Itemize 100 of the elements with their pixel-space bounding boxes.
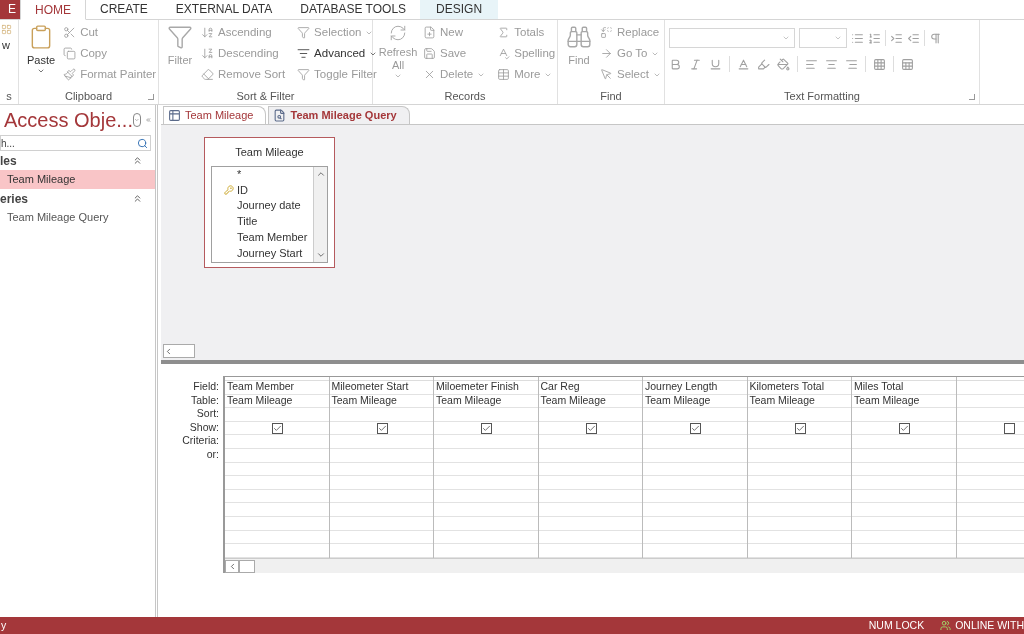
ribbon-group-label: Clipboard xyxy=(64,89,113,105)
grid-cell[interactable]: Mileometer Start xyxy=(331,379,409,396)
field-name[interactable]: ID xyxy=(237,183,248,197)
grid-cell[interactable]: Kilometers Total xyxy=(749,379,824,396)
online-status: ONLINE WITH xyxy=(940,617,1024,634)
group-header[interactable]: les xyxy=(0,151,155,170)
highlighter-icon[interactable] xyxy=(757,57,770,71)
ribbon-group-label: Text Formatting xyxy=(784,89,860,105)
align-right-icon[interactable] xyxy=(845,57,858,71)
funnel-icon xyxy=(167,24,193,50)
funnel-icon xyxy=(297,26,311,39)
check-icon xyxy=(795,423,805,433)
check-icon xyxy=(377,423,387,433)
numbered-list-icon[interactable] xyxy=(868,31,881,45)
check-icon xyxy=(482,423,492,433)
ribbon-tab[interactable]: CREATE xyxy=(86,0,162,19)
show-checkbox[interactable] xyxy=(585,422,597,434)
grid-cell[interactable]: Team Member xyxy=(227,379,295,396)
ribbon-tab[interactable]: DESIGN xyxy=(420,0,499,19)
grid-cell[interactable]: Team Mileage xyxy=(227,393,293,409)
field-name[interactable]: Team Member xyxy=(237,231,308,245)
field-list-title: Team Mileage xyxy=(235,145,304,160)
row-label: Sort: xyxy=(196,407,219,421)
row-label: Field: xyxy=(193,380,219,394)
paragraph-icon[interactable] xyxy=(929,31,942,45)
spell-check-icon xyxy=(497,47,511,60)
horizontal-scrollbar[interactable] xyxy=(163,344,195,358)
ribbon-large-button[interactable]: Paste xyxy=(23,20,60,80)
funnel-icon xyxy=(297,68,311,81)
ribbon-tab[interactable]: EXTERNAL DATA xyxy=(161,0,287,19)
italic-icon[interactable] xyxy=(689,57,702,71)
align-center-icon[interactable] xyxy=(825,57,838,71)
grid-cell[interactable]: Team Mileage xyxy=(645,393,711,409)
ribbon-tab[interactable]: HOME xyxy=(20,0,86,20)
horizontal-scrollbar[interactable] xyxy=(225,558,1024,573)
grid-cell[interactable]: Car Reg xyxy=(540,379,580,396)
show-checkbox[interactable] xyxy=(481,422,493,434)
grid-cell[interactable]: Miles Total xyxy=(854,379,904,396)
grid-cell[interactable]: Miloemeter Finish xyxy=(436,379,519,396)
dialog-launcher-icon[interactable] xyxy=(969,94,975,100)
grid-cell[interactable]: Journey Length xyxy=(645,379,718,396)
fill-bucket-icon[interactable] xyxy=(777,57,790,71)
show-checkbox[interactable] xyxy=(794,422,806,434)
font-name-dropdown[interactable] xyxy=(669,28,795,48)
grid-cell[interactable]: Team Mileage xyxy=(331,393,397,409)
ribbon-large-button[interactable]: w xyxy=(0,20,12,80)
arrow-right-icon xyxy=(600,47,613,60)
show-checkbox[interactable] xyxy=(899,422,911,434)
eraser-icon xyxy=(201,68,214,81)
vertical-scrollbar[interactable] xyxy=(313,166,327,262)
grid-cell[interactable]: Team Mileage xyxy=(540,393,606,409)
scissors-icon xyxy=(63,26,77,39)
ribbon-group-label: Records xyxy=(444,89,486,105)
caret-icon xyxy=(782,34,790,42)
scroll-left-icon xyxy=(164,346,173,356)
new-record-icon xyxy=(423,26,436,39)
status-text: y xyxy=(0,617,8,633)
show-checkbox[interactable] xyxy=(690,422,702,434)
align-left-icon[interactable] xyxy=(805,57,818,71)
gridlines-icon[interactable] xyxy=(873,57,886,71)
bold-icon[interactable] xyxy=(669,57,682,71)
show-checkbox[interactable] xyxy=(272,422,284,434)
sort-descending-icon xyxy=(201,47,214,60)
show-checkbox[interactable] xyxy=(1003,422,1015,434)
ribbon-tab[interactable]: DATABASE TOOLS xyxy=(286,0,421,19)
scroll-thumb[interactable] xyxy=(239,559,255,573)
group-header[interactable]: eries xyxy=(0,189,155,208)
row-label: or: xyxy=(206,447,219,462)
ribbon-group-label: Sort & Filter xyxy=(236,89,295,105)
indent-decrease-icon[interactable] xyxy=(907,31,920,45)
show-checkbox[interactable] xyxy=(376,422,388,434)
dialog-launcher-icon[interactable] xyxy=(148,94,154,100)
caret-icon xyxy=(834,34,842,42)
table-field-list[interactable]: Team Mileage * ID Journey date Title Team Member Journey Start xyxy=(204,137,335,268)
field-name[interactable]: Journey Start xyxy=(237,246,303,260)
sort-ascending-icon xyxy=(201,26,214,39)
font-size-dropdown[interactable] xyxy=(799,28,847,48)
ribbon-group-label: Find xyxy=(600,89,622,105)
field-name[interactable]: * xyxy=(237,167,242,181)
grid-cell[interactable]: Team Mileage xyxy=(854,393,920,409)
grid-cell[interactable]: Team Mileage xyxy=(436,393,502,409)
save-icon xyxy=(423,47,436,60)
field-name[interactable]: Title xyxy=(237,215,258,229)
row-label: Criteria: xyxy=(182,434,219,448)
document-tab[interactable]: Team Mileage xyxy=(163,106,267,124)
underline-icon[interactable] xyxy=(709,57,722,71)
row-label: Table: xyxy=(190,393,219,408)
font-color-icon[interactable] xyxy=(737,57,750,71)
indent-increase-icon[interactable] xyxy=(890,31,903,45)
grid-cell[interactable]: Team Mileage xyxy=(749,393,815,409)
navigation-item[interactable]: Team Mileage Query xyxy=(0,208,155,227)
navigation-item[interactable]: Team Mileage xyxy=(0,170,155,189)
field-name[interactable]: Journey date xyxy=(237,199,301,213)
check-icon xyxy=(900,423,910,433)
document-tab[interactable]: Team Mileage Query xyxy=(268,106,410,124)
paintbrush-icon xyxy=(63,68,77,81)
bullet-list-icon[interactable] xyxy=(851,31,864,45)
pane-title: Access Obje... xyxy=(3,108,133,133)
list-filter-icon xyxy=(297,47,311,60)
ribbon-tab[interactable]: E xyxy=(0,0,20,19)
